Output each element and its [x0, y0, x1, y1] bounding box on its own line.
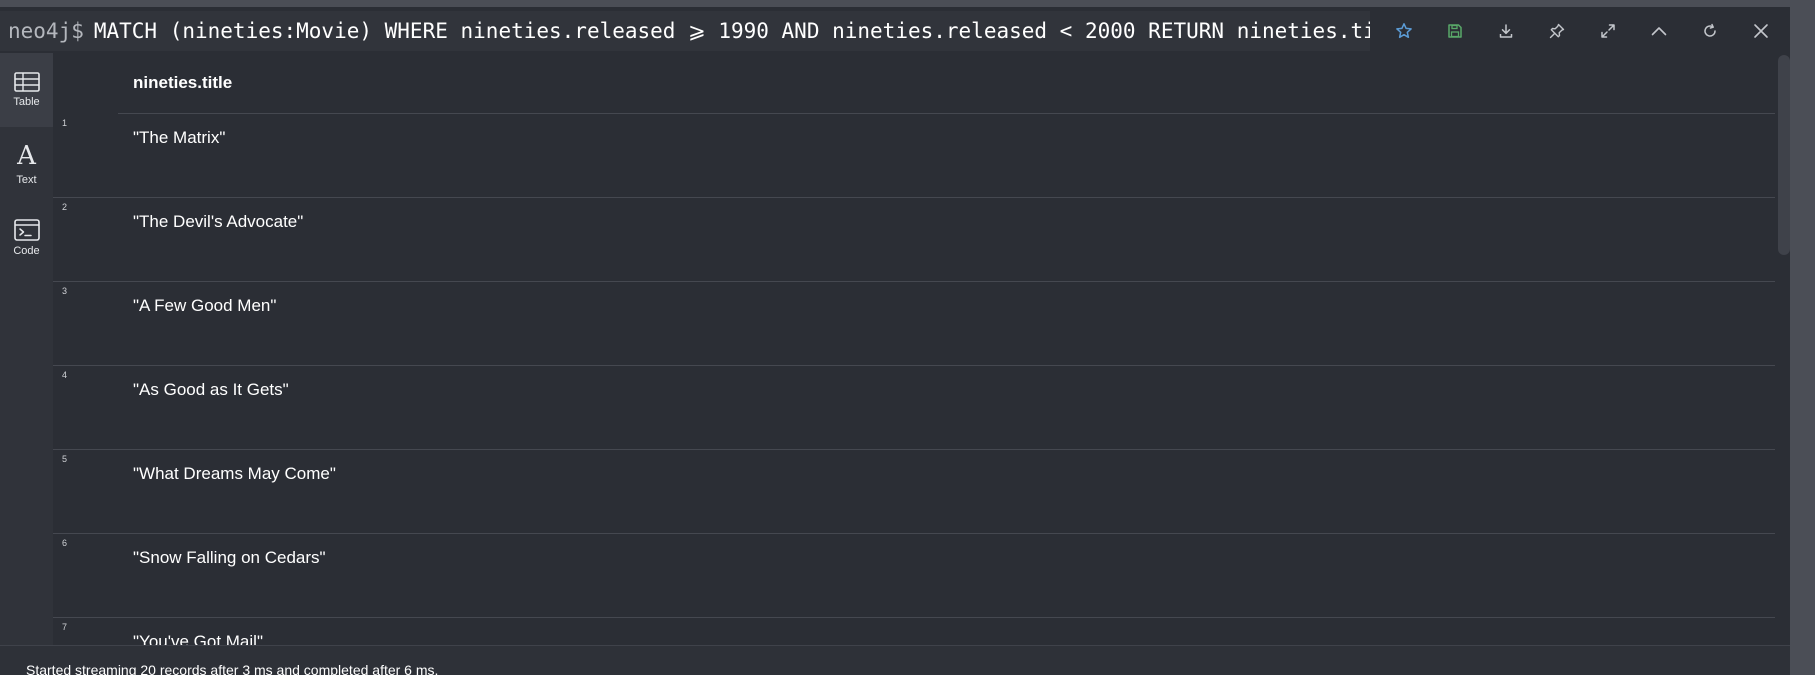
window-gutter: [1790, 7, 1815, 675]
frame-top-border: [0, 0, 1815, 7]
frame-header: neo4j$ MATCH (nineties:Movie) WHERE nine…: [0, 7, 1815, 53]
cell-value: "The Devil's Advocate": [133, 212, 304, 231]
row-number: 2: [62, 202, 68, 212]
cell-value: "You've Got Mail": [133, 632, 263, 645]
view-mode-sidebar: Table A Text Code: [0, 53, 53, 645]
table-row: 1 "The Matrix": [53, 114, 1775, 198]
text-icon: A: [17, 141, 36, 171]
cell-value: "What Dreams May Come": [133, 464, 336, 483]
cell-value: "The Matrix": [133, 128, 226, 147]
row-number: 3: [62, 286, 68, 296]
frame-toolbar: [1378, 11, 1786, 51]
close-button[interactable]: [1735, 11, 1786, 51]
view-code-label: Code: [13, 245, 40, 257]
table-row: 5 "What Dreams May Come": [53, 450, 1775, 534]
collapse-button[interactable]: [1633, 11, 1684, 51]
save-button[interactable]: [1429, 11, 1480, 51]
view-text-button[interactable]: A Text: [0, 127, 53, 201]
row-number: 7: [62, 622, 68, 632]
cell-value: "Snow Falling on Cedars": [133, 548, 326, 567]
table-row: 4 "As Good as It Gets": [53, 366, 1775, 450]
download-button[interactable]: [1480, 11, 1531, 51]
collapse-icon: [1651, 27, 1666, 36]
rerun-button[interactable]: [1684, 11, 1735, 51]
table-row: 3 "A Few Good Men": [53, 282, 1775, 366]
cypher-prompt: neo4j$: [8, 19, 84, 43]
favorite-button[interactable]: [1378, 11, 1429, 51]
cell-value: "As Good as It Gets": [133, 380, 289, 399]
view-text-label: Text: [16, 174, 37, 186]
query-editor[interactable]: neo4j$ MATCH (nineties:Movie) WHERE nine…: [0, 11, 1370, 51]
row-number: 4: [62, 370, 68, 380]
row-number: 5: [62, 454, 68, 464]
view-table-label: Table: [13, 96, 40, 108]
pin-icon: [1549, 23, 1564, 39]
star-icon: [1395, 23, 1412, 39]
table-scrollbar[interactable]: [1778, 53, 1790, 645]
query-text[interactable]: MATCH (nineties:Movie) WHERE nineties.re…: [84, 19, 1370, 43]
status-bar: Started streaming 20 records after 3 ms …: [0, 645, 1790, 675]
save-icon: [1447, 24, 1462, 38]
code-icon: [13, 219, 40, 241]
scrollbar-thumb[interactable]: [1778, 55, 1790, 255]
status-message: Started streaming 20 records after 3 ms …: [26, 662, 439, 675]
pin-button[interactable]: [1531, 11, 1582, 51]
row-number: 1: [62, 118, 68, 128]
rerun-icon: [1703, 23, 1716, 37]
table-row: 2 "The Devil's Advocate": [53, 198, 1775, 282]
result-table: nineties.title 1 "The Matrix" 2 "The Dev…: [53, 53, 1775, 645]
view-table-button[interactable]: Table: [0, 53, 53, 127]
expand-icon: [1600, 24, 1615, 38]
table-row: 6 "Snow Falling on Cedars": [53, 534, 1775, 618]
table-row: 7 "You've Got Mail": [53, 618, 1775, 645]
row-number: 6: [62, 538, 68, 548]
view-code-button[interactable]: Code: [0, 201, 53, 275]
fullscreen-button[interactable]: [1582, 11, 1633, 51]
cell-value: "A Few Good Men": [133, 296, 277, 315]
table-icon: [13, 72, 40, 92]
column-header: nineties.title: [133, 73, 233, 92]
download-icon: [1499, 24, 1512, 38]
close-icon: [1753, 24, 1768, 38]
result-frame: neo4j$ MATCH (nineties:Movie) WHERE nine…: [0, 0, 1815, 675]
